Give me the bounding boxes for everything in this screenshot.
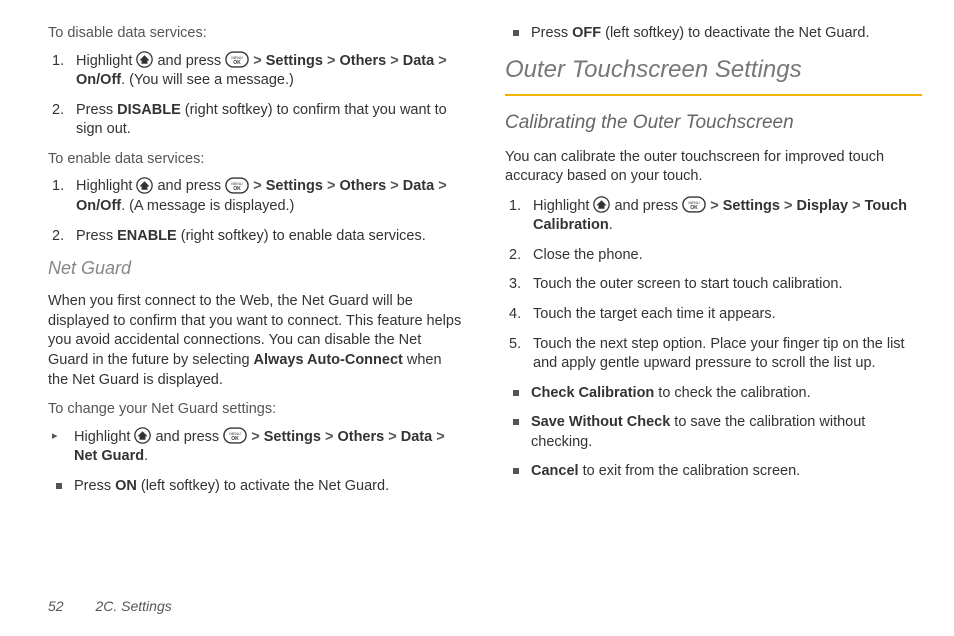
enable-steps: 1. Highlight and press > Settings > Othe… xyxy=(48,177,465,246)
home-icon xyxy=(136,51,153,68)
list-item: 1. Highlight and press > Settings > Othe… xyxy=(66,177,465,216)
list-item: 2. Press DISABLE (right softkey) to conf… xyxy=(66,101,465,140)
disable-intro: To disable data services: xyxy=(48,24,465,44)
outer-touchscreen-heading: Outer Touchscreen Settings xyxy=(505,54,922,86)
net-guard-para: When you first connect to the Web, the N… xyxy=(48,292,465,390)
section-label: 2C. Settings xyxy=(95,598,171,614)
left-column: To disable data services: 1. Highlight a… xyxy=(48,24,465,506)
calibration-steps: 1. Highlight and press > Settings > Disp… xyxy=(505,197,922,374)
net-guard-change-intro: To change your Net Guard settings: xyxy=(48,400,465,420)
calibration-options: Check Calibration to check the calibrati… xyxy=(505,384,922,482)
list-item: 1. Highlight and press > Settings > Disp… xyxy=(523,197,922,236)
list-item: Highlight and press > Settings > Others … xyxy=(66,428,465,467)
home-icon xyxy=(134,427,151,444)
page-columns: To disable data services: 1. Highlight a… xyxy=(48,24,922,506)
list-item: 2.Close the phone. xyxy=(523,246,922,266)
disable-steps: 1. Highlight and press > Settings > Othe… xyxy=(48,52,465,140)
list-item: 3.Touch the outer screen to start touch … xyxy=(523,275,922,295)
menu-ok-icon xyxy=(225,51,249,68)
list-item: 5.Touch the next step option. Place your… xyxy=(523,335,922,374)
enable-intro: To enable data services: xyxy=(48,150,465,170)
net-guard-off-list: Press OFF (left softkey) to deactivate t… xyxy=(505,24,922,44)
list-item: 1. Highlight and press > Settings > Othe… xyxy=(66,52,465,91)
page-number: 52 xyxy=(48,598,64,614)
list-item: Press OFF (left softkey) to deactivate t… xyxy=(523,24,922,44)
calibrating-heading: Calibrating the Outer Touchscreen xyxy=(505,110,922,136)
calib-intro: You can calibrate the outer touchscreen … xyxy=(505,148,922,187)
list-item: 2. Press ENABLE (right softkey) to enabl… xyxy=(66,227,465,247)
list-item: Cancel to exit from the calibration scre… xyxy=(523,462,922,482)
page-footer: 52 2C. Settings xyxy=(48,597,172,616)
list-item: 4.Touch the target each time it appears. xyxy=(523,305,922,325)
home-icon xyxy=(593,196,610,213)
right-column: Press OFF (left softkey) to deactivate t… xyxy=(505,24,922,506)
list-item: Check Calibration to check the calibrati… xyxy=(523,384,922,404)
list-item: Save Without Check to save the calibrati… xyxy=(523,413,922,452)
list-item: Press ON (left softkey) to activate the … xyxy=(66,477,465,497)
menu-ok-icon xyxy=(223,427,247,444)
net-guard-on-list: Press ON (left softkey) to activate the … xyxy=(48,477,465,497)
section-divider xyxy=(505,94,922,96)
net-guard-bullet-list: Highlight and press > Settings > Others … xyxy=(48,428,465,467)
home-icon xyxy=(136,177,153,194)
net-guard-heading: Net Guard xyxy=(48,256,465,280)
menu-ok-icon xyxy=(682,196,706,213)
menu-ok-icon xyxy=(225,177,249,194)
